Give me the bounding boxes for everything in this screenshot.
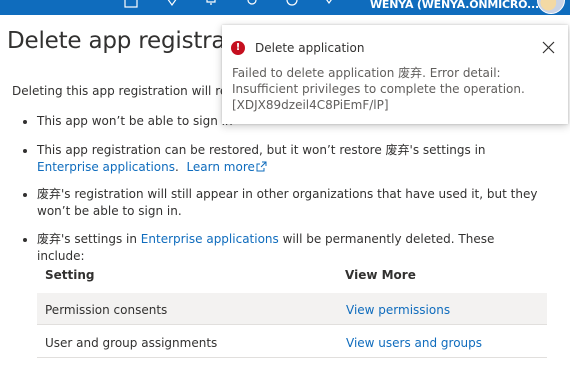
top-bar: WENYA (WENYA.ONMICRO...	[0, 0, 570, 15]
people-icon[interactable]	[322, 0, 336, 8]
setting-cell: Permission consents	[45, 303, 168, 317]
table-header: Setting View More	[37, 260, 547, 290]
notification-message: Failed to delete application 废弃. Error d…	[232, 66, 525, 112]
bullet-text: 废弃's registration will still appear in o…	[37, 187, 538, 218]
table-row: Permission consents View permissions	[37, 293, 547, 325]
enterprise-applications-link[interactable]: Enterprise applications	[141, 232, 279, 246]
bullet-text: This app registration can be restored, b…	[37, 143, 486, 157]
error-notification: ! Delete application Failed to delete ap…	[222, 25, 568, 124]
error-icon: !	[231, 41, 245, 55]
bullet-restore: This app registration can be restored, b…	[20, 142, 540, 176]
setting-cell: User and group assignments	[45, 336, 218, 350]
feedback-icon[interactable]	[124, 0, 138, 8]
external-link-icon[interactable]	[256, 161, 267, 172]
view-permissions-link[interactable]: View permissions	[346, 303, 450, 317]
account-name[interactable]: WENYA (WENYA.ONMICRO...	[370, 0, 539, 11]
bullet-text: 废弃's settings in	[37, 232, 141, 246]
column-header-setting: Setting	[45, 268, 95, 282]
settings-icon[interactable]	[245, 0, 259, 8]
notification-title: Delete application	[255, 41, 365, 55]
bullet-sign-in: This app won’t be able to sign in	[20, 113, 233, 130]
support-icon[interactable]	[165, 0, 179, 8]
view-users-and-groups-link[interactable]: View users and groups	[346, 336, 482, 350]
enterprise-applications-link[interactable]: Enterprise applications	[37, 160, 175, 174]
table-row: User and group assignments View users an…	[37, 326, 547, 358]
bullet-text: .	[175, 160, 187, 174]
bullet-registration: 废弃's registration will still appear in o…	[20, 186, 540, 220]
bullet-text: This app won’t be able to sign in	[37, 114, 233, 128]
close-icon[interactable]	[541, 40, 556, 55]
intro-text: Deleting this app registration will res	[12, 84, 234, 98]
avatar[interactable]	[537, 0, 565, 14]
help-icon[interactable]	[285, 0, 299, 8]
column-header-view-more: View More	[345, 268, 416, 282]
notifications-icon[interactable]	[204, 0, 218, 8]
learn-more-link[interactable]: Learn more	[186, 160, 254, 174]
page-title: Delete app registrat	[7, 28, 235, 54]
